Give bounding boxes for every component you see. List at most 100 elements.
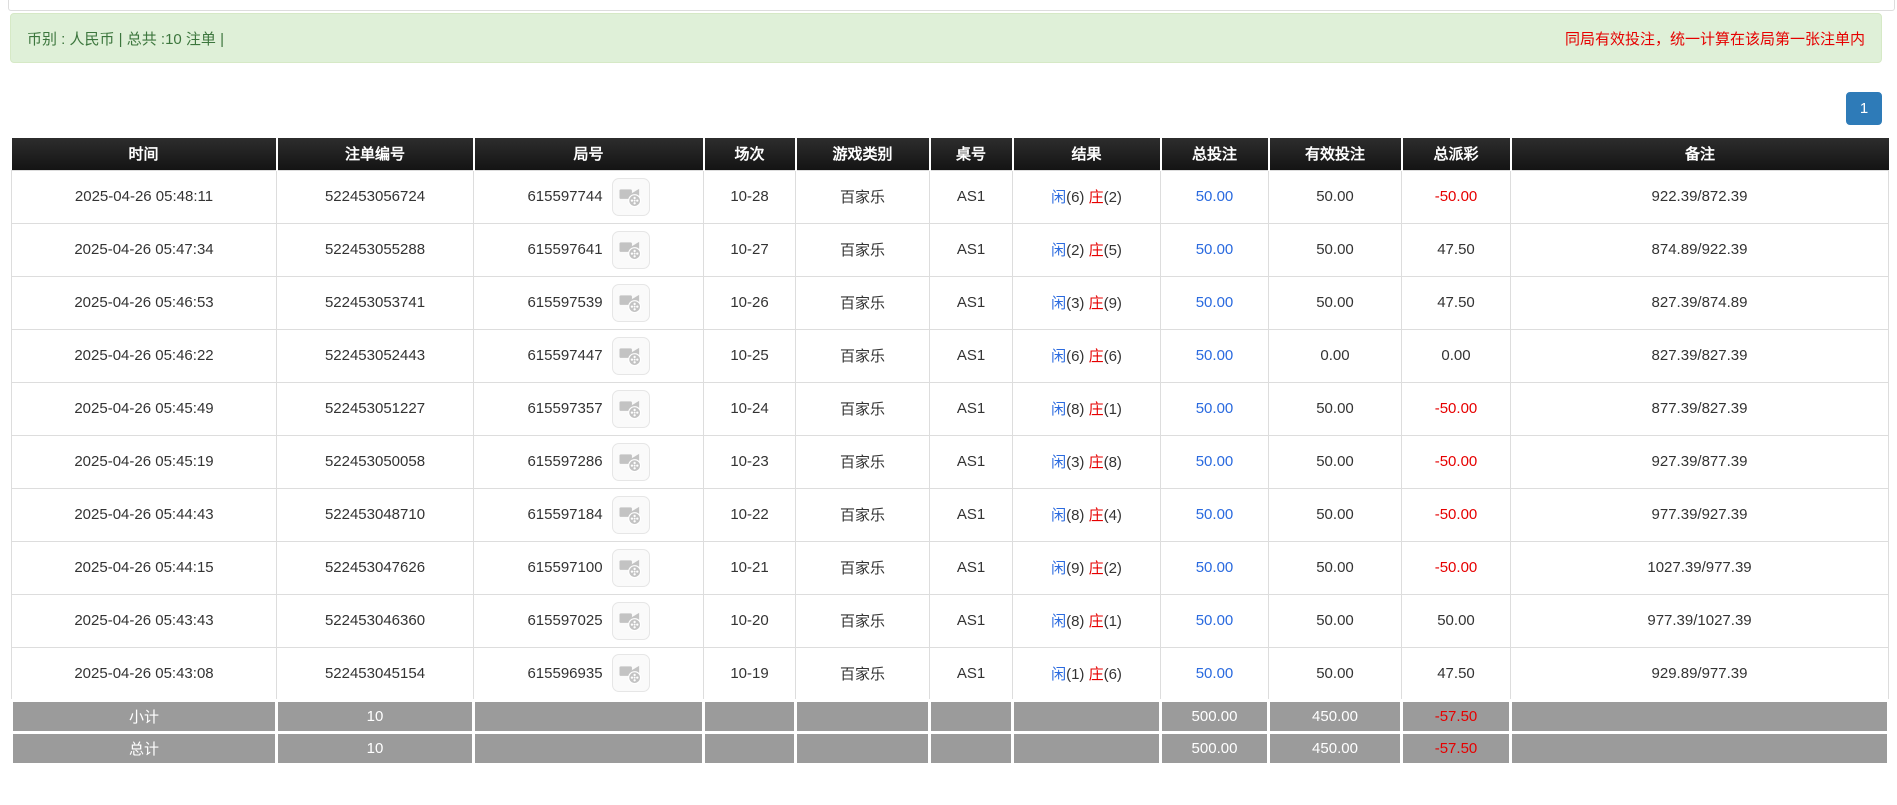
cell-bet-id: 522453052443 xyxy=(277,329,474,382)
video-replay-button[interactable] xyxy=(612,178,650,216)
result-banker-label: 庄 xyxy=(1089,295,1104,312)
video-replay-icon xyxy=(619,662,642,685)
cell-bet-id: 522453046360 xyxy=(277,594,474,647)
cell-session: 10-24 xyxy=(704,382,796,435)
total-bet-link[interactable]: 50.00 xyxy=(1196,241,1234,258)
cell-bet-id: 522453048710 xyxy=(277,488,474,541)
column-header-5: 游戏类别 xyxy=(796,138,930,170)
cell-bet-id: 522453056724 xyxy=(277,170,474,223)
video-replay-button[interactable] xyxy=(612,496,650,534)
cell-session: 10-20 xyxy=(704,594,796,647)
total-bet-link[interactable]: 50.00 xyxy=(1196,506,1234,523)
video-replay-icon xyxy=(619,238,642,261)
column-header-2: 注单编号 xyxy=(277,138,474,170)
cell-total-bet: 50.00 xyxy=(1161,541,1269,594)
cell-total-bet: 50.00 xyxy=(1161,435,1269,488)
cell-remark: 977.39/1027.39 xyxy=(1511,594,1889,647)
table-row: 2025-04-26 05:45:49522453051227615597357… xyxy=(12,382,1889,435)
cell-game-type: 百家乐 xyxy=(796,435,930,488)
total-cell-7 xyxy=(1013,732,1161,764)
cell-game-type: 百家乐 xyxy=(796,594,930,647)
column-header-9: 有效投注 xyxy=(1269,138,1402,170)
cell-result: 闲(3) 庄(9) xyxy=(1013,276,1161,329)
cell-bet-id: 522453055288 xyxy=(277,223,474,276)
round-id-text: 615597539 xyxy=(527,294,602,311)
cell-bet-id: 522453053741 xyxy=(277,276,474,329)
cell-remark: 977.39/927.39 xyxy=(1511,488,1889,541)
subtotal-cell-11 xyxy=(1511,700,1889,732)
video-replay-button[interactable] xyxy=(612,390,650,428)
subtotal-cell-4 xyxy=(704,700,796,732)
video-replay-button[interactable] xyxy=(612,231,650,269)
total-bet-link[interactable]: 50.00 xyxy=(1196,612,1234,629)
cell-total-bet: 50.00 xyxy=(1161,488,1269,541)
video-replay-icon xyxy=(619,450,642,473)
column-header-7: 结果 xyxy=(1013,138,1161,170)
subtotal-cell-8: 500.00 xyxy=(1161,700,1269,732)
cell-remark: 929.89/977.39 xyxy=(1511,647,1889,700)
total-cell-4 xyxy=(704,732,796,764)
table-footer: 小计10500.00450.00-57.50总计10500.00450.00-5… xyxy=(12,700,1889,764)
cell-round-id: 615597744 xyxy=(474,170,704,223)
video-replay-button[interactable] xyxy=(612,549,650,587)
column-header-1: 时间 xyxy=(12,138,277,170)
cell-table-no: AS1 xyxy=(930,223,1013,276)
cell-payout: 50.00 xyxy=(1402,594,1511,647)
cell-round-id: 615596935 xyxy=(474,647,704,700)
total-cell-8: 500.00 xyxy=(1161,732,1269,764)
video-replay-button[interactable] xyxy=(612,284,650,322)
table-row: 2025-04-26 05:47:34522453055288615597641… xyxy=(12,223,1889,276)
cell-remark: 827.39/874.89 xyxy=(1511,276,1889,329)
cell-time: 2025-04-26 05:43:08 xyxy=(12,647,277,700)
cell-result: 闲(8) 庄(1) xyxy=(1013,594,1161,647)
cell-time: 2025-04-26 05:45:19 xyxy=(12,435,277,488)
column-header-11: 备注 xyxy=(1511,138,1889,170)
cell-game-type: 百家乐 xyxy=(796,647,930,700)
cell-payout: -50.00 xyxy=(1402,435,1511,488)
total-bet-link[interactable]: 50.00 xyxy=(1196,347,1234,364)
total-bet-link[interactable]: 50.00 xyxy=(1196,559,1234,576)
video-replay-icon xyxy=(619,556,642,579)
total-bet-link[interactable]: 50.00 xyxy=(1196,188,1234,205)
result-banker-label: 庄 xyxy=(1089,348,1104,365)
top-panel-remnant xyxy=(8,0,1895,11)
cell-result: 闲(8) 庄(1) xyxy=(1013,382,1161,435)
cell-result: 闲(1) 庄(6) xyxy=(1013,647,1161,700)
cell-valid-bet: 50.00 xyxy=(1269,223,1402,276)
total-bet-link[interactable]: 50.00 xyxy=(1196,400,1234,417)
cell-result: 闲(2) 庄(5) xyxy=(1013,223,1161,276)
video-replay-button[interactable] xyxy=(612,654,650,692)
result-player-label: 闲 xyxy=(1051,401,1066,418)
cell-valid-bet: 50.00 xyxy=(1269,435,1402,488)
summary-alert-bar: 币别 : 人民币 | 总共 :10 注单 | 同局有效投注，统一计算在该局第一张… xyxy=(10,13,1882,63)
result-player-label: 闲 xyxy=(1051,454,1066,471)
notice-text: 同局有效投注，统一计算在该局第一张注单内 xyxy=(1565,28,1865,49)
cell-time: 2025-04-26 05:44:15 xyxy=(12,541,277,594)
round-id-text: 615597357 xyxy=(527,400,602,417)
subtotal-cell-10: -57.50 xyxy=(1402,700,1511,732)
cell-round-id: 615597539 xyxy=(474,276,704,329)
table-row: 2025-04-26 05:43:08522453045154615596935… xyxy=(12,647,1889,700)
table-row: 2025-04-26 05:43:43522453046360615597025… xyxy=(12,594,1889,647)
subtotal-cell-1: 小计 xyxy=(12,700,277,732)
cell-valid-bet: 50.00 xyxy=(1269,276,1402,329)
cell-remark: 827.39/827.39 xyxy=(1511,329,1889,382)
video-replay-button[interactable] xyxy=(612,443,650,481)
result-banker-label: 庄 xyxy=(1089,242,1104,259)
pagination-page-1-button[interactable]: 1 xyxy=(1846,92,1882,125)
cell-table-no: AS1 xyxy=(930,488,1013,541)
total-bet-link[interactable]: 50.00 xyxy=(1196,665,1234,682)
video-replay-icon xyxy=(619,397,642,420)
video-replay-button[interactable] xyxy=(612,337,650,375)
total-bet-link[interactable]: 50.00 xyxy=(1196,453,1234,470)
result-player-label: 闲 xyxy=(1051,613,1066,630)
subtotal-cell-7 xyxy=(1013,700,1161,732)
subtotal-row: 小计10500.00450.00-57.50 xyxy=(12,700,1889,732)
subtotal-cell-5 xyxy=(796,700,930,732)
cell-valid-bet: 50.00 xyxy=(1269,382,1402,435)
result-player-label: 闲 xyxy=(1051,560,1066,577)
round-id-text: 615597744 xyxy=(527,188,602,205)
total-bet-link[interactable]: 50.00 xyxy=(1196,294,1234,311)
video-replay-button[interactable] xyxy=(612,602,650,640)
cell-round-id: 615597184 xyxy=(474,488,704,541)
